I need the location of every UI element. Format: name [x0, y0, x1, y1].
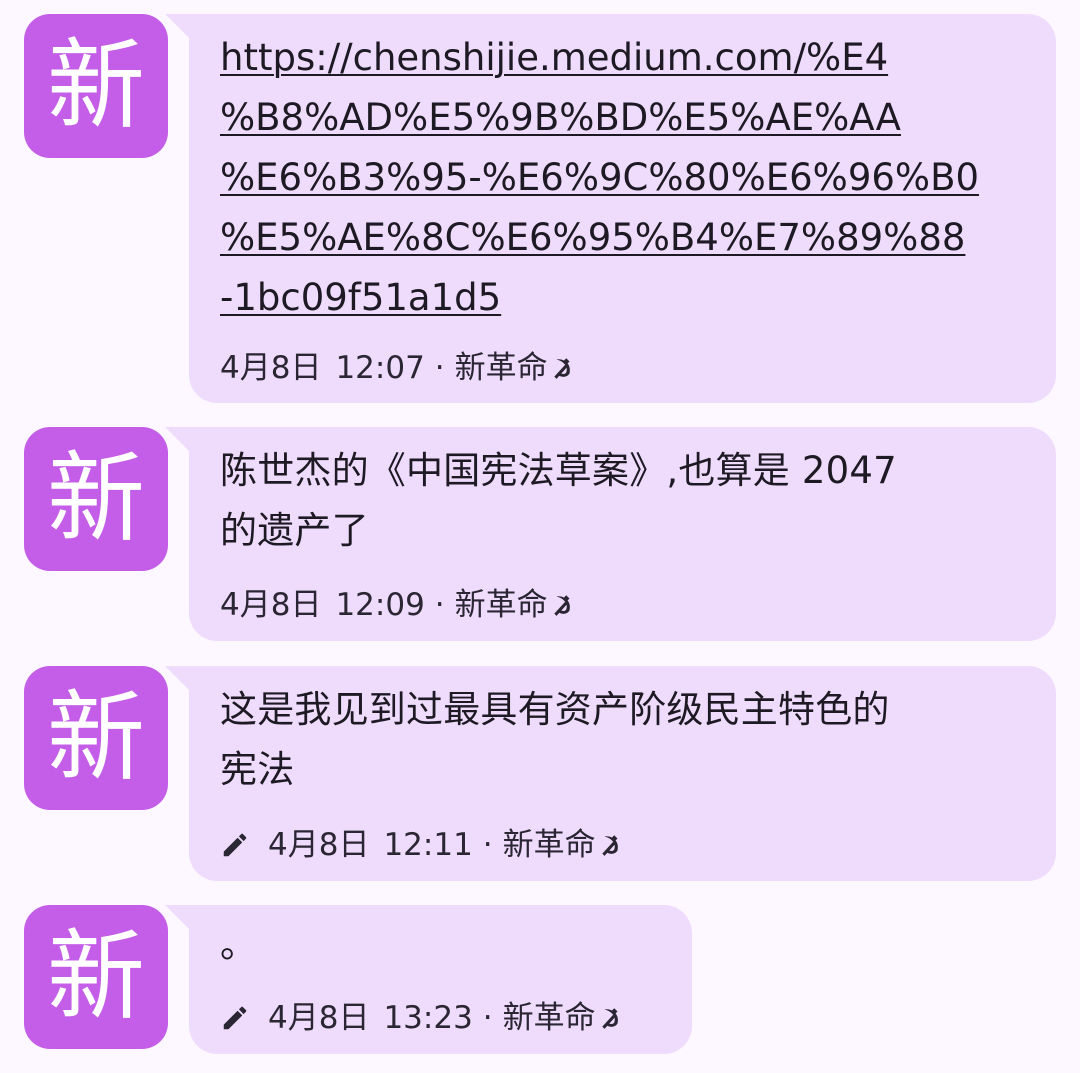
message-text-line: 陈世杰的《中国宪法草案》,也算是 2047	[220, 449, 897, 492]
message-date: 4月8日	[268, 827, 370, 863]
meta-separator: ·	[482, 1000, 493, 1036]
message-link[interactable]: https://chenshijie.medium.com/%E4 %B8%AD…	[220, 28, 1026, 328]
sender-name: 新革命	[454, 587, 548, 623]
message-date: 4月8日	[268, 1000, 370, 1036]
link-line[interactable]: %E5%AE%8C%E6%95%B4%E7%89%88	[220, 208, 1026, 268]
meta-separator: ·	[482, 827, 493, 863]
message-text: 这是我见到过最具有资产阶级民主特色的 宪法	[220, 680, 1026, 800]
avatar[interactable]: 新	[24, 666, 168, 810]
message-text-line: 的遗产了	[220, 509, 369, 552]
message-text-line: 宪法	[220, 748, 295, 791]
message-meta: 4月8日 13:23 · 新革命	[220, 998, 624, 1038]
sender-name: 新革命	[502, 1000, 596, 1036]
message-meta: 4月8日 12:11 · 新革命	[220, 825, 624, 865]
message-text-line: 。	[220, 923, 258, 966]
link-line[interactable]: https://chenshijie.medium.com/%E4	[220, 28, 1026, 88]
avatar[interactable]: 新	[24, 905, 168, 1049]
message-time: 13:23	[383, 1000, 473, 1036]
avatar[interactable]: 新	[24, 427, 168, 571]
sender-name: 新革命	[454, 350, 548, 386]
hammer-sickle-icon	[601, 1008, 618, 1029]
message-text: 。	[220, 915, 662, 975]
message-text: 陈世杰的《中国宪法草案》,也算是 2047 的遗产了	[220, 441, 1026, 561]
message-bubble[interactable]: 陈世杰的《中国宪法草案》,也算是 2047 的遗产了 4月8日 12:09 · …	[165, 427, 1056, 641]
message-time: 12:09	[335, 587, 425, 623]
message-time: 12:07	[335, 350, 425, 386]
meta-separator: ·	[434, 587, 445, 623]
link-line[interactable]: -1bc09f51a1d5	[220, 268, 1026, 328]
link-line[interactable]: %E6%B3%95-%E6%9C%80%E6%96%B0	[220, 148, 1026, 208]
avatar[interactable]: 新	[24, 14, 168, 158]
message-meta: 4月8日 12:09 · 新革命	[220, 585, 576, 625]
sender-name: 新革命	[502, 827, 596, 863]
message-time: 12:11	[383, 827, 473, 863]
message-date: 4月8日	[220, 587, 322, 623]
link-line[interactable]: %B8%AD%E5%9B%BD%E5%AE%AA	[220, 88, 1026, 148]
hammer-sickle-icon	[601, 835, 618, 856]
hammer-sickle-icon	[553, 595, 570, 616]
pencil-icon	[223, 1006, 247, 1030]
message-bubble[interactable]: 这是我见到过最具有资产阶级民主特色的 宪法 4月8日 12:11 · 新革命	[165, 666, 1056, 881]
message-date: 4月8日	[220, 350, 322, 386]
message-bubble[interactable]: https://chenshijie.medium.com/%E4 %B8%AD…	[165, 14, 1056, 403]
message-meta: 4月8日 12:07 · 新革命	[220, 348, 576, 388]
pencil-icon	[223, 833, 247, 857]
meta-separator: ·	[434, 350, 445, 386]
message-bubble[interactable]: 。 4月8日 13:23 · 新革命	[165, 905, 692, 1054]
message-text-line: 这是我见到过最具有资产阶级民主特色的	[220, 688, 890, 731]
hammer-sickle-icon	[553, 358, 570, 379]
